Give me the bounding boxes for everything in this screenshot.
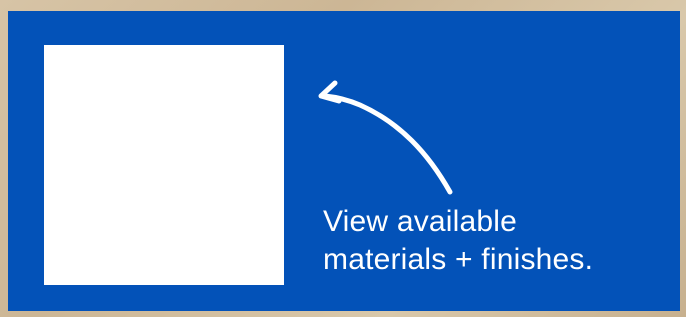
material-swatch-placeholder (44, 45, 284, 285)
caption-line-1: View available (323, 205, 518, 238)
material-info-card: View available materials + finishes. (8, 11, 680, 311)
materials-caption: View available materials + finishes. (323, 203, 653, 279)
curved-arrow-icon (318, 80, 453, 195)
caption-line-2: materials + finishes. (323, 243, 594, 276)
